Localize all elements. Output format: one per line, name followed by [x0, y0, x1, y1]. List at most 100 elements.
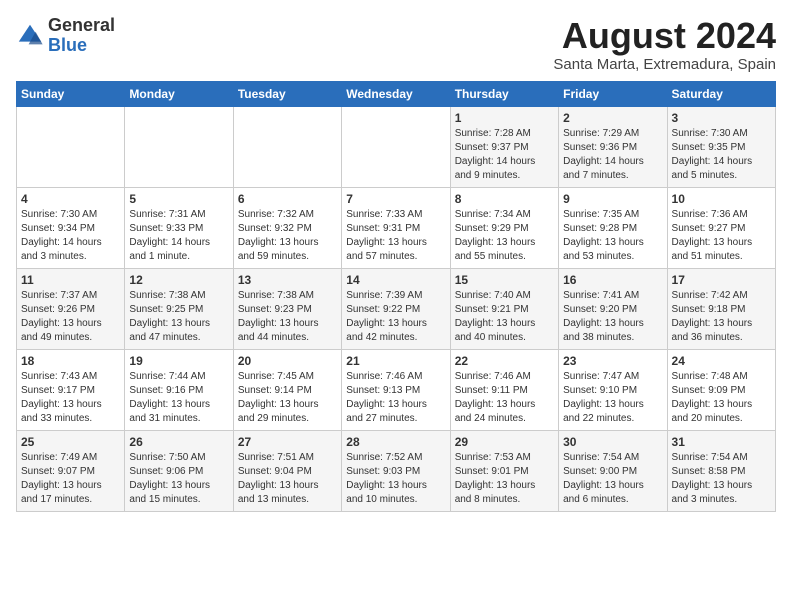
day-number: 13 — [238, 273, 337, 287]
day-number: 22 — [455, 354, 554, 368]
logo: General Blue — [16, 16, 115, 56]
calendar-cell: 15 Sunrise: 7:40 AM Sunset: 9:21 PM Dayli… — [450, 268, 558, 349]
day-info: Sunrise: 7:35 AM Sunset: 9:28 PM Dayligh… — [563, 208, 662, 264]
calendar-cell: 30 Sunrise: 7:54 AM Sunset: 9:00 PM Dayli… — [559, 430, 667, 511]
calendar-cell: 19 Sunrise: 7:44 AM Sunset: 9:16 PM Dayli… — [125, 349, 233, 430]
day-info: Sunrise: 7:42 AM Sunset: 9:18 PM Dayligh… — [672, 289, 771, 345]
day-number: 7 — [346, 192, 445, 206]
calendar-cell: 8Sunrise: 7:34 AM Sunset: 9:29 PM Daylig… — [450, 187, 558, 268]
calendar-cell: 9 Sunrise: 7:35 AM Sunset: 9:28 PM Daylig… — [559, 187, 667, 268]
day-info: Sunrise: 7:44 AM Sunset: 9:16 PM Dayligh… — [129, 370, 228, 426]
calendar-cell: 10 Sunrise: 7:36 AM Sunset: 9:27 PM Dayli… — [667, 187, 775, 268]
calendar-table: Sunday Monday Tuesday Wednesday Thursday… — [16, 81, 776, 512]
day-number: 16 — [563, 273, 662, 287]
day-number: 10 — [672, 192, 771, 206]
day-number: 12 — [129, 273, 228, 287]
calendar-cell: 25 Sunrise: 7:49 AM Sunset: 9:07 PM Dayli… — [17, 430, 125, 511]
col-saturday: Saturday — [667, 81, 775, 106]
day-info: Sunrise: 7:50 AM Sunset: 9:06 PM Dayligh… — [129, 451, 228, 507]
day-number: 19 — [129, 354, 228, 368]
calendar-cell — [342, 106, 450, 187]
calendar-cell: 28Sunrise: 7:52 AM Sunset: 9:03 PM Dayli… — [342, 430, 450, 511]
day-info: Sunrise: 7:37 AM Sunset: 9:26 PM Dayligh… — [21, 289, 120, 345]
day-info: Sunrise: 7:49 AM Sunset: 9:07 PM Dayligh… — [21, 451, 120, 507]
logo-blue: Blue — [48, 36, 115, 56]
calendar-body: 1Sunrise: 7:28 AM Sunset: 9:37 PM Daylig… — [17, 106, 776, 511]
day-info: Sunrise: 7:40 AM Sunset: 9:21 PM Dayligh… — [455, 289, 554, 345]
day-info: Sunrise: 7:41 AM Sunset: 9:20 PM Dayligh… — [563, 289, 662, 345]
day-info: Sunrise: 7:29 AM Sunset: 9:36 PM Dayligh… — [563, 127, 662, 183]
calendar-cell: 13 Sunrise: 7:38 AM Sunset: 9:23 PM Dayli… — [233, 268, 341, 349]
col-sunday: Sunday — [17, 81, 125, 106]
calendar-week-5: 25 Sunrise: 7:49 AM Sunset: 9:07 PM Dayli… — [17, 430, 776, 511]
col-thursday: Thursday — [450, 81, 558, 106]
day-info: Sunrise: 7:33 AM Sunset: 9:31 PM Dayligh… — [346, 208, 445, 264]
calendar-cell: 1Sunrise: 7:28 AM Sunset: 9:37 PM Daylig… — [450, 106, 558, 187]
calendar-cell — [17, 106, 125, 187]
calendar-week-2: 4 Sunrise: 7:30 AM Sunset: 9:34 PM Daylig… — [17, 187, 776, 268]
calendar-week-4: 18Sunrise: 7:43 AM Sunset: 9:17 PM Dayli… — [17, 349, 776, 430]
day-info: Sunrise: 7:30 AM Sunset: 9:35 PM Dayligh… — [672, 127, 771, 183]
day-info: Sunrise: 7:38 AM Sunset: 9:25 PM Dayligh… — [129, 289, 228, 345]
day-info: Sunrise: 7:47 AM Sunset: 9:10 PM Dayligh… — [563, 370, 662, 426]
day-info: Sunrise: 7:54 AM Sunset: 9:00 PM Dayligh… — [563, 451, 662, 507]
day-info: Sunrise: 7:39 AM Sunset: 9:22 PM Dayligh… — [346, 289, 445, 345]
calendar-cell: 17 Sunrise: 7:42 AM Sunset: 9:18 PM Dayli… — [667, 268, 775, 349]
day-number: 21 — [346, 354, 445, 368]
calendar-cell: 24 Sunrise: 7:48 AM Sunset: 9:09 PM Dayli… — [667, 349, 775, 430]
day-number: 17 — [672, 273, 771, 287]
day-number: 11 — [21, 273, 120, 287]
day-info: Sunrise: 7:53 AM Sunset: 9:01 PM Dayligh… — [455, 451, 554, 507]
page-header: General Blue August 2024 Santa Marta, Ex… — [16, 16, 776, 73]
day-number: 5 — [129, 192, 228, 206]
calendar-cell: 3Sunrise: 7:30 AM Sunset: 9:35 PM Daylig… — [667, 106, 775, 187]
calendar-cell: 23 Sunrise: 7:47 AM Sunset: 9:10 PM Dayli… — [559, 349, 667, 430]
logo-icon — [16, 22, 44, 50]
day-number: 14 — [346, 273, 445, 287]
day-info: Sunrise: 7:36 AM Sunset: 9:27 PM Dayligh… — [672, 208, 771, 264]
header-row: Sunday Monday Tuesday Wednesday Thursday… — [17, 81, 776, 106]
day-info: Sunrise: 7:54 AM Sunset: 8:58 PM Dayligh… — [672, 451, 771, 507]
day-number: 31 — [672, 435, 771, 449]
title-block: August 2024 Santa Marta, Extremadura, Sp… — [553, 16, 776, 73]
day-number: 27 — [238, 435, 337, 449]
location: Santa Marta, Extremadura, Spain — [553, 56, 776, 73]
month-year: August 2024 — [553, 16, 776, 56]
day-info: Sunrise: 7:30 AM Sunset: 9:34 PM Dayligh… — [21, 208, 120, 264]
day-info: Sunrise: 7:34 AM Sunset: 9:29 PM Dayligh… — [455, 208, 554, 264]
day-info: Sunrise: 7:52 AM Sunset: 9:03 PM Dayligh… — [346, 451, 445, 507]
day-number: 29 — [455, 435, 554, 449]
day-number: 23 — [563, 354, 662, 368]
logo-general: General — [48, 16, 115, 36]
day-info: Sunrise: 7:46 AM Sunset: 9:11 PM Dayligh… — [455, 370, 554, 426]
day-info: Sunrise: 7:28 AM Sunset: 9:37 PM Dayligh… — [455, 127, 554, 183]
calendar-cell: 6 Sunrise: 7:32 AM Sunset: 9:32 PM Daylig… — [233, 187, 341, 268]
day-info: Sunrise: 7:48 AM Sunset: 9:09 PM Dayligh… — [672, 370, 771, 426]
calendar-week-1: 1Sunrise: 7:28 AM Sunset: 9:37 PM Daylig… — [17, 106, 776, 187]
calendar-cell: 21 Sunrise: 7:46 AM Sunset: 9:13 PM Dayli… — [342, 349, 450, 430]
calendar-cell: 4 Sunrise: 7:30 AM Sunset: 9:34 PM Daylig… — [17, 187, 125, 268]
calendar-cell: 29 Sunrise: 7:53 AM Sunset: 9:01 PM Dayli… — [450, 430, 558, 511]
logo-text: General Blue — [48, 16, 115, 56]
day-number: 30 — [563, 435, 662, 449]
col-tuesday: Tuesday — [233, 81, 341, 106]
calendar-cell: 18Sunrise: 7:43 AM Sunset: 9:17 PM Dayli… — [17, 349, 125, 430]
calendar-cell: 11 Sunrise: 7:37 AM Sunset: 9:26 PM Dayli… — [17, 268, 125, 349]
day-number: 15 — [455, 273, 554, 287]
calendar-cell: 5Sunrise: 7:31 AM Sunset: 9:33 PM Daylig… — [125, 187, 233, 268]
calendar-cell: 22 Sunrise: 7:46 AM Sunset: 9:11 PM Dayli… — [450, 349, 558, 430]
day-number: 18 — [21, 354, 120, 368]
calendar-cell: 12 Sunrise: 7:38 AM Sunset: 9:25 PM Dayli… — [125, 268, 233, 349]
day-number: 6 — [238, 192, 337, 206]
day-number: 9 — [563, 192, 662, 206]
day-info: Sunrise: 7:32 AM Sunset: 9:32 PM Dayligh… — [238, 208, 337, 264]
calendar-cell: 14 Sunrise: 7:39 AM Sunset: 9:22 PM Dayli… — [342, 268, 450, 349]
day-number: 25 — [21, 435, 120, 449]
day-number: 24 — [672, 354, 771, 368]
day-number: 20 — [238, 354, 337, 368]
day-info: Sunrise: 7:45 AM Sunset: 9:14 PM Dayligh… — [238, 370, 337, 426]
day-info: Sunrise: 7:51 AM Sunset: 9:04 PM Dayligh… — [238, 451, 337, 507]
day-info: Sunrise: 7:46 AM Sunset: 9:13 PM Dayligh… — [346, 370, 445, 426]
day-info: Sunrise: 7:38 AM Sunset: 9:23 PM Dayligh… — [238, 289, 337, 345]
day-number: 4 — [21, 192, 120, 206]
